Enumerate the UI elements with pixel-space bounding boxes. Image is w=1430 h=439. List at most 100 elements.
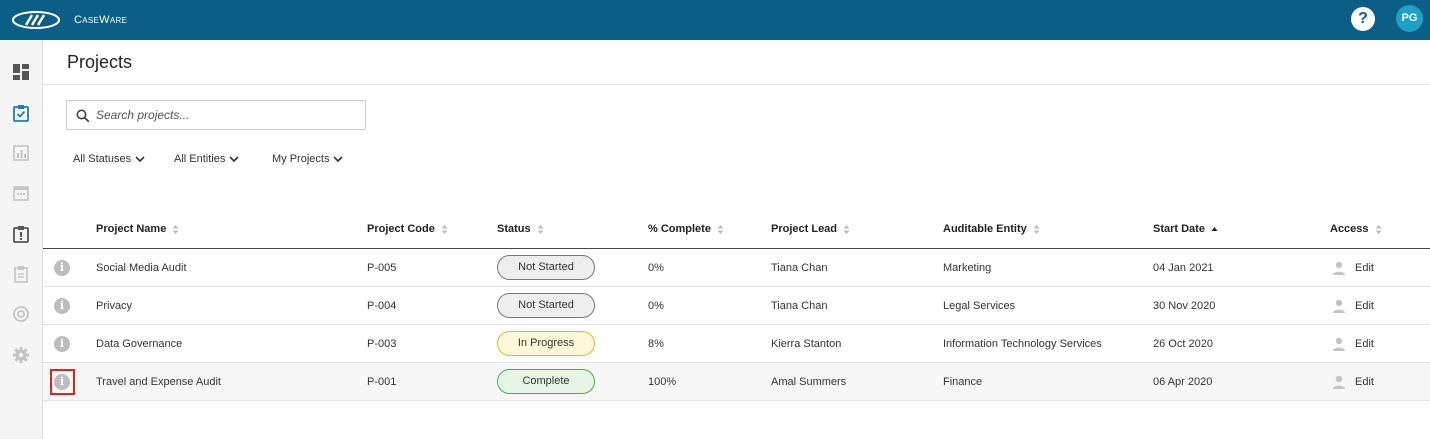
entity-filter-label: All Entities — [174, 153, 226, 165]
sidebar-item-projects[interactable] — [11, 103, 31, 123]
project-code-cell: P-004 — [367, 300, 397, 312]
status-filter-label: All Statuses — [73, 153, 132, 165]
person-icon — [1333, 375, 1345, 389]
status-badge: Not Started — [497, 255, 595, 280]
edit-access-link[interactable]: Edit — [1355, 287, 1374, 325]
sidebar-item-dashboard[interactable] — [11, 62, 31, 82]
edit-access-link[interactable]: Edit — [1355, 325, 1374, 363]
complete-cell: 8% — [648, 338, 664, 350]
column-header-project-lead[interactable]: Project Lead — [771, 223, 850, 235]
project-lead-cell: Tiana Chan — [771, 300, 828, 312]
column-header-auditable-entity[interactable]: Auditable Entity — [943, 223, 1040, 235]
column-header-label: Project Lead — [771, 223, 838, 235]
entity-filter-dropdown[interactable]: All Entities — [174, 153, 239, 165]
auditable-entity-cell: Finance — [943, 376, 983, 388]
edit-access-link[interactable]: Edit — [1355, 363, 1374, 401]
user-avatar[interactable]: PG — [1396, 5, 1423, 32]
help-button[interactable]: ? — [1351, 7, 1375, 31]
auditable-entity-cell: Legal Services — [943, 300, 1016, 312]
top-bar: CaseWare ? PG — [0, 0, 1430, 40]
calendar-icon — [13, 186, 29, 201]
table-row[interactable]: i Travel and Expense Audit P-001 Complet… — [43, 363, 1430, 401]
dashboard-icon — [13, 64, 29, 80]
sidebar-item-issues[interactable] — [11, 224, 31, 244]
brand-name: CaseWare — [74, 14, 128, 26]
project-code-cell: P-001 — [367, 376, 397, 388]
column-header-complete[interactable]: % Complete — [648, 223, 724, 235]
page-title: Projects — [67, 52, 133, 72]
sort-icon — [172, 224, 179, 234]
project-name-cell[interactable]: Travel and Expense Audit — [96, 363, 221, 401]
info-icon[interactable]: i — [54, 336, 70, 352]
sort-ascending-icon — [1211, 226, 1218, 231]
chevron-down-icon — [229, 156, 239, 163]
search-box[interactable] — [66, 100, 366, 130]
checklist-icon — [14, 266, 28, 283]
project-name-cell[interactable]: Privacy — [96, 287, 132, 325]
project-lead-cell: Kierra Stanton — [771, 338, 842, 350]
sort-icon — [717, 224, 724, 234]
start-date-cell: 30 Nov 2020 — [1153, 300, 1216, 312]
sidebar-item-risk[interactable] — [11, 304, 31, 324]
sort-icon — [1033, 224, 1040, 234]
project-code-cell: P-005 — [367, 262, 397, 274]
column-header-label: % Complete — [648, 223, 711, 235]
project-lead-cell: Amal Summers — [771, 376, 847, 388]
project-name-cell[interactable]: Social Media Audit — [96, 249, 187, 287]
column-header-label: Auditable Entity — [943, 223, 1027, 235]
complete-cell: 0% — [648, 300, 664, 312]
project-lead-cell: Tiana Chan — [771, 262, 828, 274]
project-code-cell: P-003 — [367, 338, 397, 350]
search-input[interactable] — [96, 105, 356, 125]
sidebar-item-analytics[interactable] — [11, 143, 31, 163]
complete-cell: 100% — [648, 376, 677, 388]
sidebar-item-checklist[interactable] — [11, 264, 31, 284]
header-divider — [43, 84, 1430, 85]
column-header-project-name[interactable]: Project Name — [96, 223, 179, 235]
info-icon[interactable]: i — [54, 298, 70, 314]
sidebar-item-settings[interactable] — [11, 345, 31, 365]
column-header-label: Access — [1330, 223, 1369, 235]
scope-filter-dropdown[interactable]: My Projects — [272, 153, 344, 165]
projects-icon — [13, 105, 29, 122]
column-header-project-code[interactable]: Project Code — [367, 223, 448, 235]
risk-icon — [13, 306, 29, 322]
edit-access-link[interactable]: Edit — [1355, 249, 1374, 287]
table-row[interactable]: i Privacy P-004 Not Started 0% Tiana Cha… — [43, 287, 1430, 325]
sort-icon — [843, 224, 850, 234]
caseware-logo-mark — [12, 11, 60, 29]
chevron-down-icon — [333, 156, 344, 163]
column-header-label: Project Name — [96, 223, 167, 235]
column-header-label: Status — [497, 223, 531, 235]
search-icon — [76, 109, 90, 123]
status-badge: Complete — [497, 369, 595, 394]
person-icon — [1333, 299, 1345, 313]
project-name-cell[interactable]: Data Governance — [96, 325, 182, 363]
table-row[interactable]: i Social Media Audit P-005 Not Started 0… — [43, 249, 1430, 287]
scope-filter-label: My Projects — [272, 153, 330, 165]
start-date-cell: 06 Apr 2020 — [1153, 376, 1213, 388]
analytics-icon — [13, 145, 29, 161]
start-date-cell: 04 Jan 2021 — [1153, 262, 1214, 274]
info-icon[interactable]: i — [54, 260, 70, 276]
sidebar-item-calendar[interactable] — [11, 183, 31, 203]
start-date-cell: 26 Oct 2020 — [1153, 338, 1213, 350]
column-header-status[interactable]: Status — [497, 223, 544, 235]
status-badge: Not Started — [497, 293, 595, 318]
person-icon — [1333, 337, 1345, 351]
issues-icon — [13, 226, 29, 243]
column-header-start-date[interactable]: Start Date — [1153, 223, 1218, 235]
column-header-label: Project Code — [367, 223, 435, 235]
chevron-down-icon — [135, 156, 145, 163]
table-row[interactable]: i Data Governance P-003 In Progress 8% K… — [43, 325, 1430, 363]
info-icon[interactable]: i — [54, 374, 70, 390]
column-header-access[interactable]: Access — [1330, 223, 1382, 235]
sort-icon — [1375, 224, 1382, 234]
sort-icon — [537, 224, 544, 234]
auditable-entity-cell: Marketing — [943, 262, 992, 274]
caseware-logo[interactable]: CaseWare — [12, 8, 127, 32]
auditable-entity-cell: Information Technology Services — [943, 338, 1102, 350]
status-badge: In Progress — [497, 331, 595, 356]
status-filter-dropdown[interactable]: All Statuses — [73, 153, 145, 165]
column-header-label: Start Date — [1153, 223, 1205, 235]
